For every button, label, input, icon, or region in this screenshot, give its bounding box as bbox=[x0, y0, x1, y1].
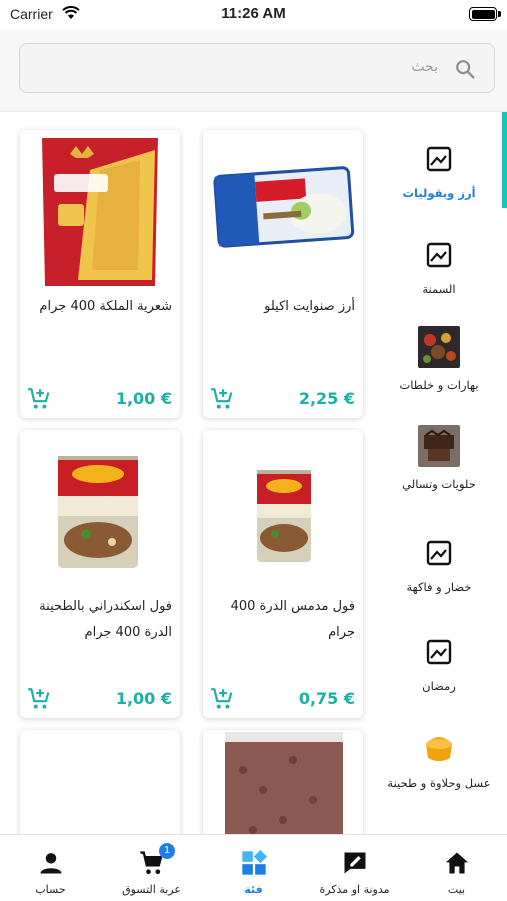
add-to-cart-icon[interactable] bbox=[26, 386, 52, 412]
scroll-indicator bbox=[502, 112, 507, 208]
category-ghee[interactable]: السمنة bbox=[379, 234, 499, 296]
category-sidebar: أرز وبقوليات السمنة بهارات و خلطات حلويا… bbox=[370, 112, 507, 834]
tab-label: بيت bbox=[447, 883, 466, 896]
category-label: رمضان bbox=[422, 679, 456, 693]
home-icon bbox=[445, 852, 468, 874]
sweets-photo bbox=[418, 425, 460, 467]
search-placeholder: بحث bbox=[411, 59, 438, 75]
cart-badge: 1 bbox=[159, 843, 175, 859]
category-honey-halawa-tahini[interactable]: عسل وحلاوة و طحينة bbox=[379, 724, 499, 790]
note-edit-icon bbox=[344, 852, 365, 874]
tab-cart[interactable]: 1 عربة التسوق bbox=[101, 835, 202, 901]
add-to-cart-icon[interactable] bbox=[209, 386, 235, 412]
search-icon bbox=[456, 60, 475, 79]
image-placeholder-icon bbox=[426, 540, 452, 566]
product-price: 2,25 € bbox=[298, 389, 355, 408]
product-image bbox=[20, 430, 180, 590]
person-icon bbox=[40, 853, 61, 874]
product-grid: أرز صنوايت اكيلو 2,25 € شعرية الملكة 400… bbox=[0, 112, 370, 834]
product-name: شعرية الملكة 400 جرام bbox=[39, 299, 172, 314]
product-image bbox=[203, 130, 363, 290]
product-image bbox=[203, 730, 363, 834]
tab-label: فئة bbox=[244, 883, 263, 896]
product-image bbox=[203, 430, 363, 590]
category-label: خضار و فاكهة bbox=[406, 580, 472, 594]
product-price: 1,00 € bbox=[115, 389, 172, 408]
category-spices[interactable]: بهارات و خلطات bbox=[379, 326, 499, 392]
category-rice-legumes[interactable]: أرز وبقوليات bbox=[379, 138, 499, 200]
category-ramadan[interactable]: رمضان bbox=[379, 631, 499, 693]
bottom-tab-bar: بيت مدونة او مذكرة فئة 1 عربة التسوق حسا… bbox=[0, 834, 507, 900]
category-label: السمنة bbox=[422, 282, 456, 296]
tab-label: حساب bbox=[35, 883, 66, 896]
product-card[interactable]: أرز صنوايت اكيلو 2,25 € bbox=[203, 130, 363, 418]
battery-icon bbox=[469, 7, 501, 21]
status-bar: Carrier 11:26 AM bbox=[0, 0, 507, 30]
tab-home[interactable]: بيت bbox=[406, 835, 507, 901]
product-card[interactable] bbox=[203, 730, 363, 834]
tab-blog-notes[interactable]: مدونة او مذكرة bbox=[304, 835, 405, 901]
product-price: 1,00 € bbox=[115, 689, 172, 708]
product-image bbox=[20, 130, 180, 290]
category-label: حلويات وتسالي bbox=[402, 477, 476, 491]
honey-photo bbox=[418, 724, 460, 766]
product-name: أرز صنوايت اكيلو bbox=[264, 299, 355, 314]
spices-photo bbox=[418, 326, 460, 368]
search-bar-area: بحث bbox=[0, 30, 507, 112]
add-to-cart-icon[interactable] bbox=[209, 686, 235, 712]
product-card[interactable] bbox=[20, 730, 180, 834]
tab-account[interactable]: حساب bbox=[0, 835, 101, 901]
product-card[interactable]: فول اسكندراني بالطحينة الدرة 400 جرام 1,… bbox=[20, 430, 180, 718]
category-sweets[interactable]: حلويات وتسالي bbox=[379, 425, 499, 491]
category-grid-icon bbox=[241, 849, 267, 875]
tab-label: مدونة او مذكرة bbox=[319, 883, 390, 896]
image-placeholder-icon bbox=[426, 146, 452, 172]
image-placeholder-icon bbox=[426, 242, 452, 268]
add-to-cart-icon[interactable] bbox=[26, 686, 52, 712]
search-input[interactable]: بحث bbox=[19, 43, 495, 93]
clock: 11:26 AM bbox=[221, 5, 286, 22]
tab-category[interactable]: فئة bbox=[203, 835, 304, 901]
product-name: فول مدمس الدرة 400 جرام bbox=[230, 599, 355, 640]
tab-label: عربة التسوق bbox=[122, 883, 181, 896]
category-vegetables-fruits[interactable]: خضار و فاكهة bbox=[379, 532, 499, 594]
product-card[interactable]: شعرية الملكة 400 جرام 1,00 € bbox=[20, 130, 180, 418]
image-placeholder-icon bbox=[426, 639, 452, 665]
category-label: بهارات و خلطات bbox=[399, 378, 479, 392]
category-label: أرز وبقوليات bbox=[402, 186, 476, 200]
category-label: عسل وحلاوة و طحينة bbox=[387, 776, 491, 790]
product-price: 0,75 € bbox=[298, 689, 355, 708]
product-card[interactable]: فول مدمس الدرة 400 جرام 0,75 € bbox=[203, 430, 363, 718]
product-name: فول اسكندراني بالطحينة الدرة 400 جرام bbox=[39, 599, 172, 640]
